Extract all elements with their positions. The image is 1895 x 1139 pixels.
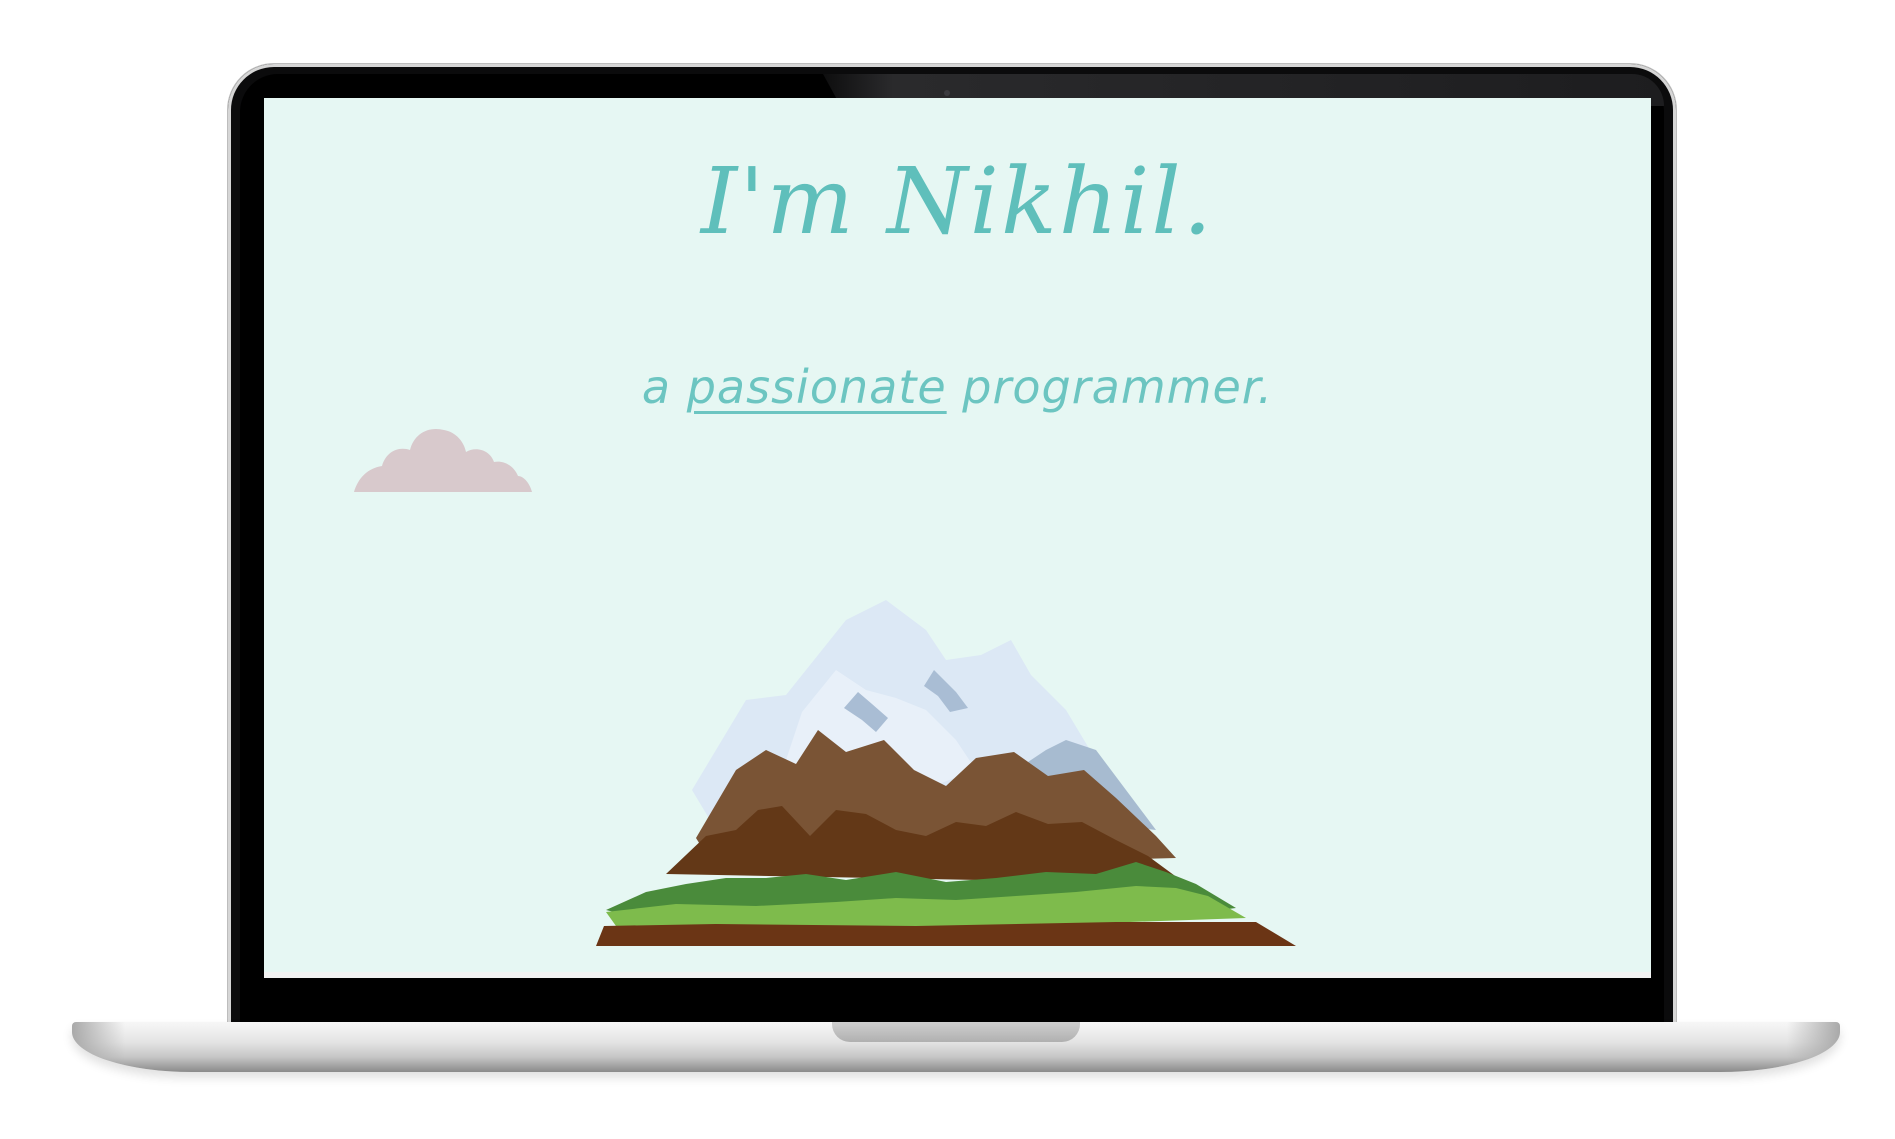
laptop-mockup: I'm Nikhil. a passionate programmer. xyxy=(0,0,1895,1139)
subtitle-prefix: a xyxy=(641,360,672,414)
subtitle-suffix: programmer. xyxy=(962,360,1274,414)
laptop-base xyxy=(72,1022,1840,1072)
cloud-icon xyxy=(354,428,532,492)
hero-subtitle: a passionate programmer. xyxy=(264,360,1651,414)
website-screen: I'm Nikhil. a passionate programmer. xyxy=(264,98,1651,972)
camera-icon xyxy=(944,90,950,96)
mountain-icon xyxy=(596,600,1296,946)
screen-bottom-edge xyxy=(264,972,1651,978)
hero-title: I'm Nikhil. xyxy=(700,148,1215,255)
laptop-notch xyxy=(832,1022,1080,1042)
subtitle-highlight-link[interactable]: passionate xyxy=(687,360,947,414)
